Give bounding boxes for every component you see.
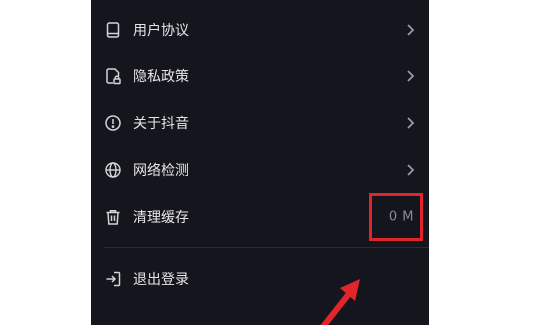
chevron-right-icon [405,116,415,130]
lock-document-icon [104,67,122,85]
logout-button[interactable]: 退出登录 [91,256,429,302]
settings-panel: 用户协议 隐私政策 关于抖音 网络检测 清理缓存 0 M 退出登录 [91,0,429,325]
chevron-right-icon [405,163,415,177]
logout-label: 退出登录 [133,272,189,288]
annotation-highlight-box [369,193,423,241]
menu-item-privacy-policy[interactable]: 隐私政策 [91,53,429,99]
menu-item-label: 网络检测 [133,163,189,179]
menu-item-about[interactable]: 关于抖音 [91,100,429,146]
menu-item-user-agreement[interactable]: 用户协议 [91,7,429,53]
book-icon [104,21,122,39]
menu-item-label: 隐私政策 [133,69,189,85]
annotation-arrow-icon [310,270,370,325]
globe-icon [104,161,122,179]
menu-item-label: 清理缓存 [133,210,189,226]
chevron-right-icon [405,23,415,37]
divider [104,247,429,248]
menu-item-label: 关于抖音 [133,116,189,132]
logout-icon [104,270,122,288]
chevron-right-icon [405,69,415,83]
menu-item-label: 用户协议 [133,23,189,39]
trash-icon [104,208,122,226]
info-icon [104,114,122,132]
menu-item-network-check[interactable]: 网络检测 [91,147,429,193]
